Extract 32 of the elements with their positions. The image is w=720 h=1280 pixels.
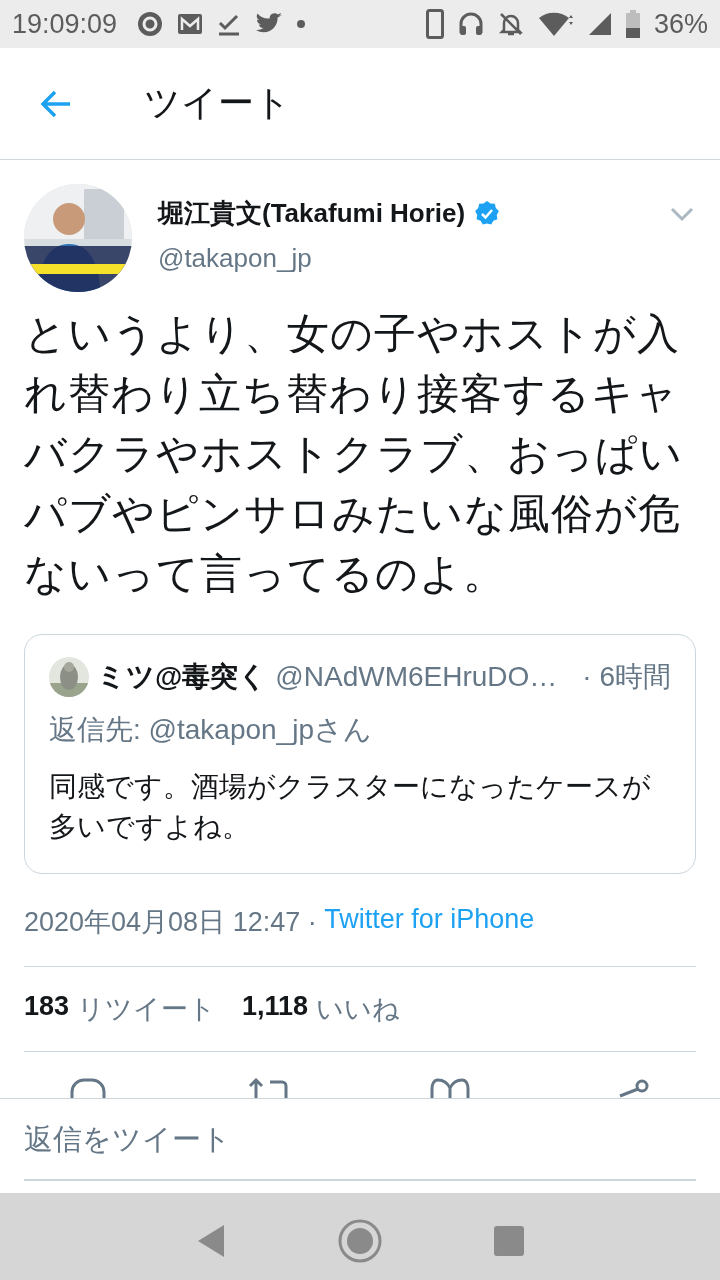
battery-percent: 36% — [653, 8, 708, 40]
quoted-author-name: ミツ@毒突く — [97, 660, 268, 694]
stat-count[interactable]: 1,118 いいね — [242, 991, 401, 1027]
stat-count[interactable]: 183 リツイート — [24, 991, 217, 1027]
page-title: ツイート — [144, 81, 291, 125]
reply-to-text: 返信先: @takapon_jpさん — [49, 713, 373, 747]
reply-icon[interactable] — [70, 1078, 106, 1098]
wifi-icon — [537, 11, 574, 37]
retweet-icon[interactable] — [246, 1078, 290, 1098]
author-handle: @takapon_jp — [158, 243, 313, 274]
muted-bell-icon — [497, 11, 524, 37]
phone-icon — [425, 9, 444, 39]
quoted-tweet-time: · 6時間 — [582, 660, 671, 694]
signal-icon — [587, 12, 612, 36]
tweet-text: というより、女の子やホストが入れ替わり立ち替わり接客するキャバクラやホストクラブ、おっぱいパブやピンサロみたいな風俗が危ないって言ってるのよ。 — [24, 308, 684, 600]
quoted-tweet-card[interactable]: ミツ@毒突く @NAdWM6EHruDO… · 6時間 返信先: @takapon_jpさん 同感です。酒場がクラスターになったケースが多いですよね。 — [24, 634, 696, 874]
back-nav-icon[interactable] — [196, 1223, 226, 1258]
quoted-author-handle: @NAdWM6EHruDO… — [275, 661, 558, 693]
status-time: 19:09:09 — [12, 8, 118, 40]
reply-field[interactable]: 返信をツイート — [24, 1099, 696, 1181]
headphones-icon — [457, 11, 484, 37]
download-done-icon — [217, 12, 242, 36]
recents-nav-icon[interactable] — [494, 1225, 524, 1256]
tweet-timestamp: 2020年04月08日 12:47 · — [24, 906, 318, 939]
home-nav-icon[interactable] — [338, 1218, 382, 1263]
heart-icon[interactable] — [430, 1078, 470, 1098]
battery-icon — [625, 10, 640, 38]
mail-icon — [177, 13, 204, 35]
author-name[interactable]: 堀江貴文(Takafumi Horie) — [158, 196, 466, 231]
chat-icon — [137, 11, 164, 37]
quoted-tweet-text: 同感です。酒場がクラスターになったケースが多いですよね。 — [49, 770, 652, 844]
dot-icon — [297, 20, 306, 28]
